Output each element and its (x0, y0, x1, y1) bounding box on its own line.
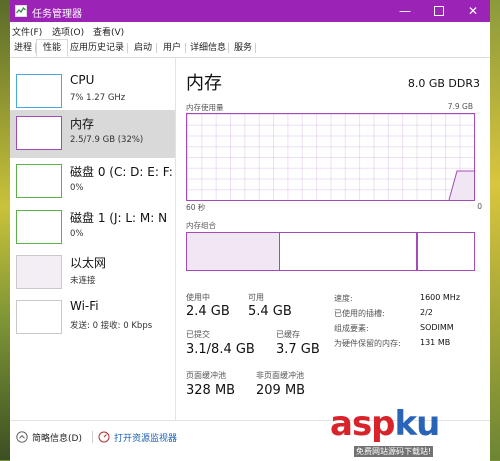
watermark-logo: aspku.net (330, 404, 463, 444)
close-icon: ✕ (467, 4, 479, 18)
stat-in-use-value: 2.4 GB (186, 304, 230, 319)
watermark-tagline: 免费网站源码下载站! (354, 446, 434, 457)
close-button[interactable]: ✕ (456, 0, 490, 22)
graph-time-left: 60 秒 (186, 203, 206, 212)
sidebar-item-label: Wi-Fi (70, 299, 99, 313)
memory-thumbnail-graph (16, 116, 62, 150)
task-manager-window: 任务管理器 — ✕ 文件(F) 选项(O) 查看(V) 进程 性能 应用历史记录… (10, 0, 490, 461)
stat-paged-pool-value: 328 MB (186, 383, 236, 398)
resource-monitor-icon (98, 431, 110, 443)
window-title: 任务管理器 (32, 9, 82, 20)
desktop-background-right (490, 0, 500, 460)
stat-available-value: 5.4 GB (248, 304, 292, 319)
stat-cached-value: 3.7 GB (276, 342, 320, 357)
sidebar-item-value: 0% (70, 183, 84, 193)
detail-form-factor-label: 组成要素: (334, 324, 369, 333)
footer-divider (92, 431, 93, 443)
sidebar-item-value: 7% 1.27 GHz (70, 93, 126, 103)
stat-cached-label: 已缓存 (276, 330, 300, 339)
stat-paged-pool-label: 页面缓冲池 (186, 371, 226, 380)
detail-slots-label: 已使用的插槽: (334, 309, 385, 318)
memory-detail-panel: 内存 8.0 GB DDR3 内存使用量 7.9 GB 60 秒 0 内存组合 … (176, 58, 490, 420)
menu-file[interactable]: 文件(F) (12, 25, 42, 38)
composition-in-use-segment (187, 233, 280, 270)
sidebar-item-label: CPU (70, 73, 95, 87)
sidebar-item-cpu[interactable]: CPU 7% 1.27 GHz (10, 68, 175, 116)
tab-processes[interactable]: 进程 (10, 40, 36, 56)
tab-app-history[interactable]: 应用历史记录 (65, 40, 129, 56)
minimize-button[interactable]: — (388, 0, 422, 22)
ethernet-thumbnail-graph (16, 255, 62, 289)
stat-committed-label: 已提交 (186, 330, 210, 339)
detail-reserved-label: 为硬件保留的内存: (334, 339, 401, 348)
memory-usage-graph (186, 113, 475, 201)
task-manager-icon (15, 5, 27, 17)
detail-form-factor-value: SODIMM (420, 323, 454, 332)
wifi-thumbnail-graph (16, 300, 62, 334)
maximize-icon (434, 6, 444, 16)
stat-nonpaged-pool-value: 209 MB (256, 383, 306, 398)
memory-spec: 8.0 GB DDR3 (407, 77, 480, 90)
open-resource-monitor-link[interactable]: 打开资源监视器 (98, 430, 177, 444)
sidebar-item-disk-1[interactable]: 磁盘 1 (J: L: M: N 0% (10, 204, 175, 252)
sidebar-item-ethernet[interactable]: 以太网 未连接 (10, 249, 175, 297)
tab-performance[interactable]: 性能 (36, 39, 68, 57)
memory-max-label: 7.9 GB (447, 102, 473, 111)
disk-thumbnail-graph (16, 164, 62, 198)
sidebar-item-label: 以太网 (70, 256, 107, 270)
memory-composition-bar (186, 232, 475, 271)
menu-options[interactable]: 选项(O) (52, 25, 84, 38)
chevron-up-icon (16, 431, 28, 443)
sidebar-item-label: 磁盘 1 (J: L: M: N (70, 211, 168, 225)
detail-speed-label: 速度: (334, 294, 353, 303)
fewer-details-label: 简略信息(D) (32, 433, 82, 444)
resource-sidebar: CPU 7% 1.27 GHz 内存 2.5/7.9 GB (32%) 磁盘 0… (10, 58, 176, 420)
watermark: aspku.net 免费网站源码下载站! (330, 404, 490, 460)
graph-time-right: 0 (477, 202, 482, 211)
memory-composition-label: 内存组合 (186, 221, 216, 230)
sidebar-item-label: 内存 (70, 117, 95, 131)
sidebar-item-value: 2.5/7.9 GB (32%) (70, 135, 144, 145)
sidebar-item-wifi[interactable]: Wi-Fi 发送: 0 接收: 0 Kbps (10, 294, 175, 342)
stat-nonpaged-pool-label: 非页面缓冲池 (256, 371, 304, 380)
tab-strip: 进程 性能 应用历史记录 启动 用户 详细信息 服务 (10, 39, 490, 58)
stat-in-use-label: 使用中 (186, 293, 210, 302)
sidebar-item-value: 发送: 0 接收: 0 Kbps (70, 321, 153, 331)
cpu-thumbnail-graph (16, 74, 62, 108)
maximize-button[interactable] (422, 0, 456, 22)
detail-reserved-value: 131 MB (420, 338, 451, 347)
sidebar-item-memory[interactable]: 内存 2.5/7.9 GB (32%) (10, 110, 175, 158)
composition-modified-segment (416, 233, 418, 270)
tab-startup[interactable]: 启动 (128, 40, 158, 56)
page-title: 内存 (186, 73, 222, 94)
minimize-icon: — (399, 4, 411, 18)
open-resource-monitor-label: 打开资源监视器 (114, 433, 178, 444)
fewer-details-button[interactable]: 简略信息(D) (16, 430, 82, 444)
stat-available-label: 可用 (248, 293, 264, 302)
sidebar-item-label: 磁盘 0 (C: D: E: F: (70, 165, 173, 179)
tab-services[interactable]: 服务 (229, 40, 257, 56)
memory-usage-label: 内存使用量 (186, 103, 224, 112)
title-bar[interactable]: 任务管理器 — ✕ (10, 0, 490, 22)
detail-slots-value: 2/2 (420, 308, 433, 317)
tab-details[interactable]: 详细信息 (186, 40, 230, 56)
disk-thumbnail-graph (16, 210, 62, 244)
desktop-background-left (0, 0, 10, 460)
detail-speed-value: 1600 MHz (420, 293, 461, 302)
memory-usage-line (448, 170, 474, 200)
tab-separator (255, 43, 256, 53)
tab-users[interactable]: 用户 (157, 40, 187, 56)
sidebar-item-disk-0[interactable]: 磁盘 0 (C: D: E: F: 0% (10, 158, 175, 206)
menu-bar: 文件(F) 选项(O) 查看(V) (10, 22, 490, 38)
stat-committed-value: 3.1/8.4 GB (186, 342, 255, 357)
sidebar-item-value: 0% (70, 229, 84, 239)
sidebar-item-value: 未连接 (70, 276, 96, 286)
menu-view[interactable]: 查看(V) (93, 25, 124, 38)
